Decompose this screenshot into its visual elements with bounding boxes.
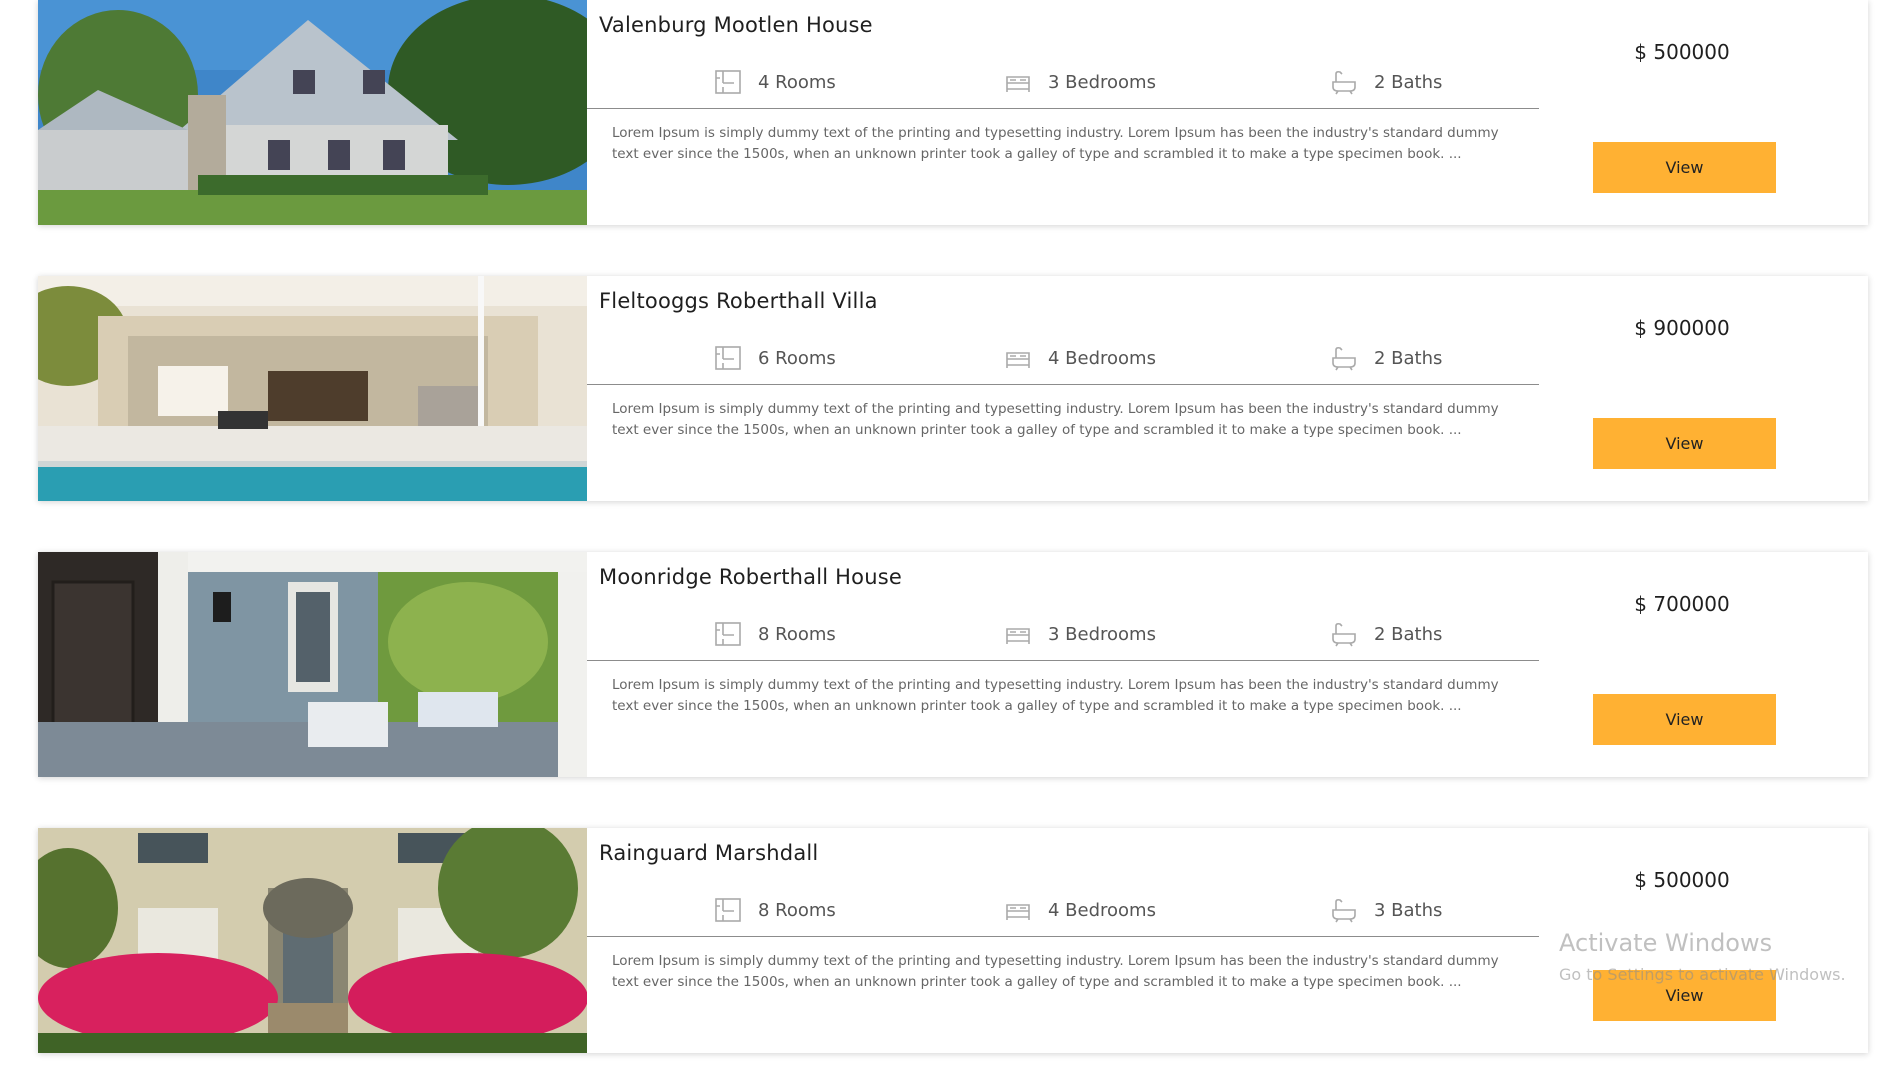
listing-image[interactable] bbox=[38, 0, 587, 225]
listing-price: $ 500000 bbox=[1634, 868, 1730, 892]
bathtub-icon bbox=[1332, 898, 1356, 923]
listing-features: 6 Rooms 4 Bedrooms 2 Baths bbox=[587, 333, 1539, 385]
feature-rooms: 8 Rooms bbox=[714, 619, 836, 649]
listing-description: Lorem Ipsum is simply dummy text of the … bbox=[612, 953, 1499, 990]
baths-label: 2 Baths bbox=[1374, 623, 1443, 645]
listing-description: Lorem Ipsum is simply dummy text of the … bbox=[612, 677, 1499, 714]
rooms-label: 6 Rooms bbox=[758, 347, 836, 369]
listing-title: Fleltooggs Roberthall Villa bbox=[599, 289, 878, 313]
rooms-label: 8 Rooms bbox=[758, 623, 836, 645]
listing-features: 8 Rooms 3 Bedrooms 2 Baths bbox=[587, 609, 1539, 661]
listing-price: $ 500000 bbox=[1634, 40, 1730, 64]
rooms-label: 8 Rooms bbox=[758, 899, 836, 921]
feature-bedrooms: 3 Bedrooms bbox=[1004, 67, 1156, 97]
bedrooms-label: 4 Bedrooms bbox=[1048, 899, 1156, 921]
feature-bedrooms: 4 Bedrooms bbox=[1004, 343, 1156, 373]
bed-icon bbox=[1006, 76, 1030, 92]
listing-title: Valenburg Mootlen House bbox=[599, 13, 873, 37]
view-button[interactable]: View bbox=[1593, 694, 1776, 745]
view-button[interactable]: View bbox=[1593, 418, 1776, 469]
bed-icon bbox=[1006, 352, 1030, 368]
bedrooms-label: 3 Bedrooms bbox=[1048, 71, 1156, 93]
feature-baths: 2 Baths bbox=[1330, 67, 1442, 97]
listing-image[interactable] bbox=[38, 828, 587, 1053]
feature-bedrooms: 4 Bedrooms bbox=[1004, 895, 1156, 925]
listing-card: Fleltooggs Roberthall Villa 6 Rooms 4 Be… bbox=[38, 276, 1868, 501]
listing-title: Moonridge Roberthall House bbox=[599, 565, 902, 589]
listing-image[interactable] bbox=[38, 552, 587, 777]
feature-bedrooms: 3 Bedrooms bbox=[1004, 619, 1156, 649]
bedrooms-label: 3 Bedrooms bbox=[1048, 623, 1156, 645]
feature-rooms: 6 Rooms bbox=[714, 343, 836, 373]
view-button[interactable]: View bbox=[1593, 142, 1776, 193]
floorplan-icon bbox=[715, 346, 741, 370]
listing-price: $ 900000 bbox=[1634, 316, 1730, 340]
baths-label: 2 Baths bbox=[1374, 347, 1443, 369]
listing-card: Moonridge Roberthall House 8 Rooms 3 Bed… bbox=[38, 552, 1868, 777]
bathtub-icon bbox=[1332, 622, 1356, 647]
bed-icon bbox=[1006, 904, 1030, 920]
listing-features: 8 Rooms 4 Bedrooms 3 Baths bbox=[587, 885, 1539, 937]
feature-baths: 3 Baths bbox=[1330, 895, 1442, 925]
feature-baths: 2 Baths bbox=[1330, 343, 1442, 373]
bathtub-icon bbox=[1332, 70, 1356, 95]
feature-rooms: 4 Rooms bbox=[714, 67, 836, 97]
listing-title: Rainguard Marshdall bbox=[599, 841, 819, 865]
bedrooms-label: 4 Bedrooms bbox=[1048, 347, 1156, 369]
rooms-label: 4 Rooms bbox=[758, 71, 836, 93]
floorplan-icon bbox=[715, 70, 741, 94]
listing-description: Lorem Ipsum is simply dummy text of the … bbox=[612, 125, 1499, 162]
baths-label: 2 Baths bbox=[1374, 71, 1443, 93]
floorplan-icon bbox=[715, 898, 741, 922]
listing-price: $ 700000 bbox=[1634, 592, 1730, 616]
view-button[interactable]: View bbox=[1593, 970, 1776, 1021]
listing-image[interactable] bbox=[38, 276, 587, 501]
floorplan-icon bbox=[715, 622, 741, 646]
listing-card: Rainguard Marshdall 8 Rooms 4 Bedrooms 3… bbox=[38, 828, 1868, 1053]
feature-baths: 2 Baths bbox=[1330, 619, 1442, 649]
listing-card: Valenburg Mootlen House 4 Rooms 3 Bedroo… bbox=[38, 0, 1868, 225]
feature-rooms: 8 Rooms bbox=[714, 895, 836, 925]
bed-icon bbox=[1006, 628, 1030, 644]
bathtub-icon bbox=[1332, 346, 1356, 371]
listing-description: Lorem Ipsum is simply dummy text of the … bbox=[612, 401, 1499, 438]
listing-features: 4 Rooms 3 Bedrooms 2 Baths bbox=[587, 57, 1539, 109]
baths-label: 3 Baths bbox=[1374, 899, 1443, 921]
